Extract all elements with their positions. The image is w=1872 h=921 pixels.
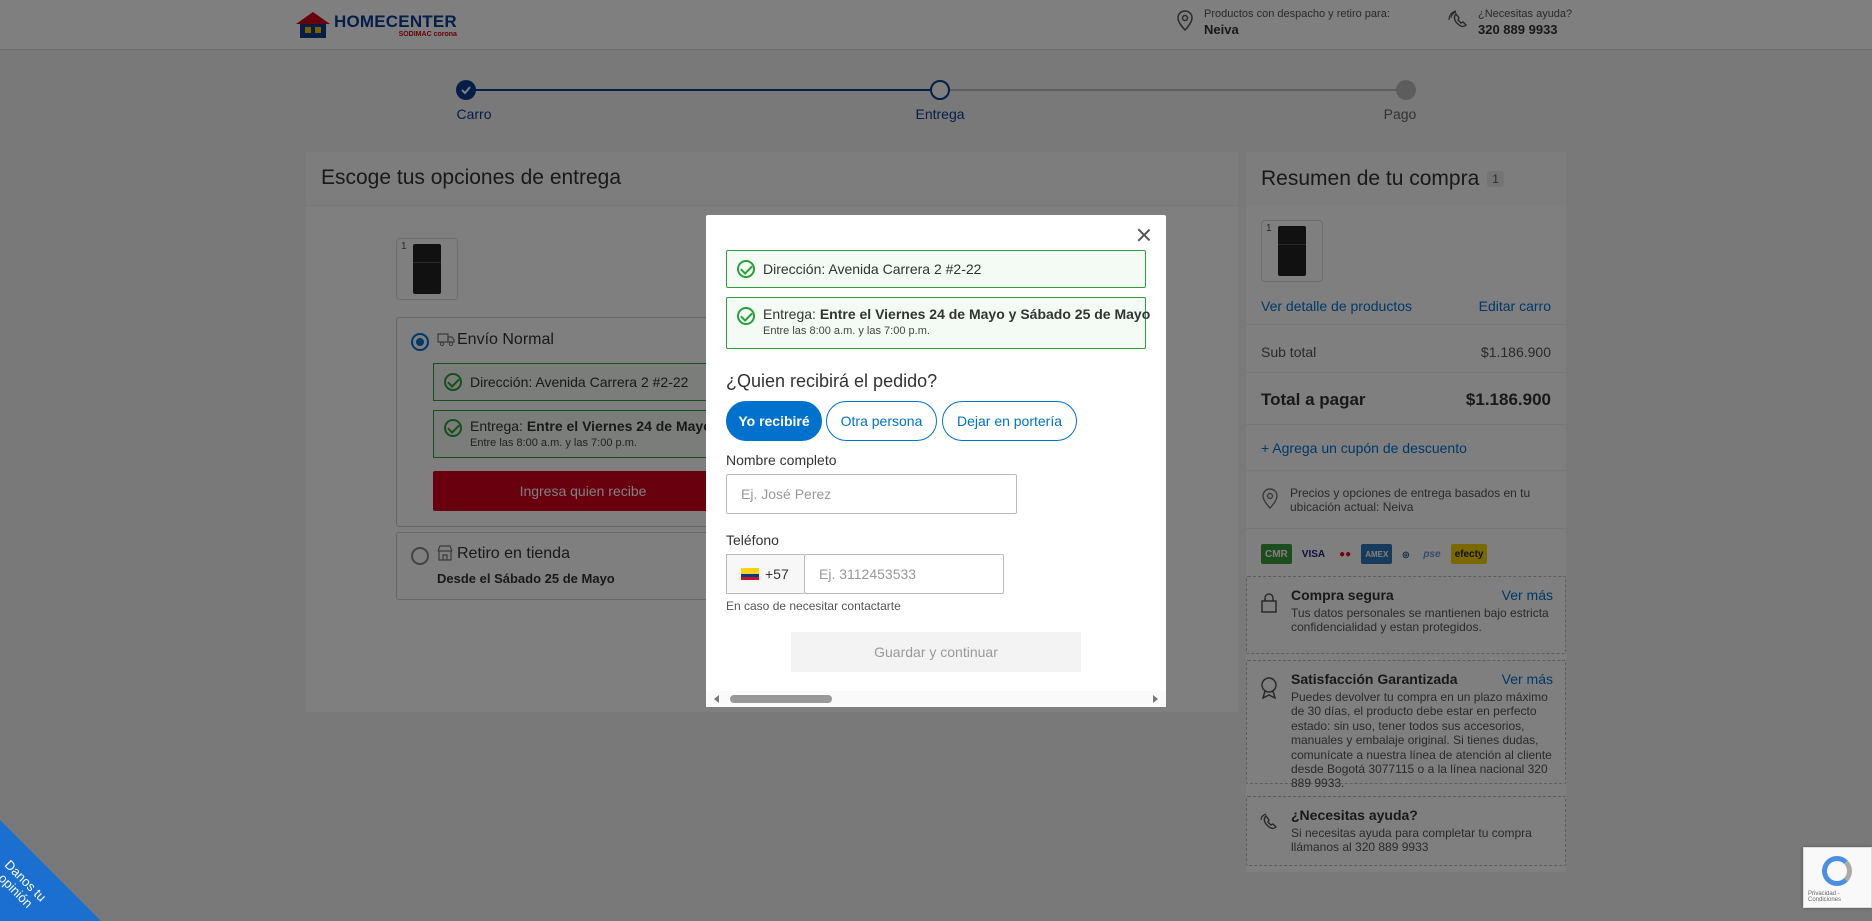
country-code: +57: [765, 566, 789, 582]
modal-horizontal-scrollbar[interactable]: [706, 691, 1166, 707]
option-dejar-porteria[interactable]: Dejar en portería: [942, 401, 1077, 441]
full-name-input[interactable]: Ej. José Perez: [726, 474, 1017, 514]
name-label: Nombre completo: [726, 452, 837, 468]
save-continue-button[interactable]: Guardar y continuar: [791, 632, 1081, 672]
recaptcha-text: Privacidad - Condiciones: [1808, 891, 1842, 903]
check-circle-icon: [737, 307, 755, 325]
phone-input[interactable]: Ej. 3112453533: [804, 554, 1004, 594]
option-yo-recibire[interactable]: Yo recibiré: [726, 401, 822, 441]
country-code-selector[interactable]: +57: [726, 554, 804, 594]
modal-address-value: Avenida Carrera 2 #2-22: [828, 261, 982, 277]
check-circle-icon: [737, 260, 755, 278]
recaptcha-badge[interactable]: Privacidad - Condiciones: [1803, 847, 1872, 908]
modal-delivery-hours: Entre las 8:00 a.m. y las 7:00 p.m.: [763, 325, 930, 337]
scroll-right-icon[interactable]: [1153, 695, 1158, 703]
modal-address-prefix: Dirección:: [763, 261, 826, 277]
modal-delivery-info: Entrega: Entre el Viernes 24 de Mayo y S…: [726, 297, 1150, 349]
colombia-flag-icon: [741, 568, 759, 580]
phone-hint: En caso de necesitar contactarte: [726, 599, 901, 613]
close-icon[interactable]: [1136, 227, 1152, 243]
modal-delivery-window: Entre el Viernes 24 de Mayo y Sábado 25 …: [819, 306, 1151, 322]
scroll-left-icon[interactable]: [714, 695, 719, 703]
recaptcha-icon: [1822, 856, 1852, 886]
phone-label: Teléfono: [726, 532, 779, 548]
receiver-question: ¿Quien recibirá el pedido?: [726, 371, 938, 391]
receiver-modal: Dirección: Avenida Carrera 2 #2-22 Entre…: [706, 215, 1166, 707]
scrollbar-thumb[interactable]: [730, 695, 832, 703]
modal-address-info: Dirección: Avenida Carrera 2 #2-22: [726, 250, 1146, 288]
option-otra-persona[interactable]: Otra persona: [826, 401, 937, 441]
modal-delivery-prefix: Entrega:: [763, 306, 816, 322]
feedback-ribbon[interactable]: Danos tu opinión: [0, 820, 120, 921]
